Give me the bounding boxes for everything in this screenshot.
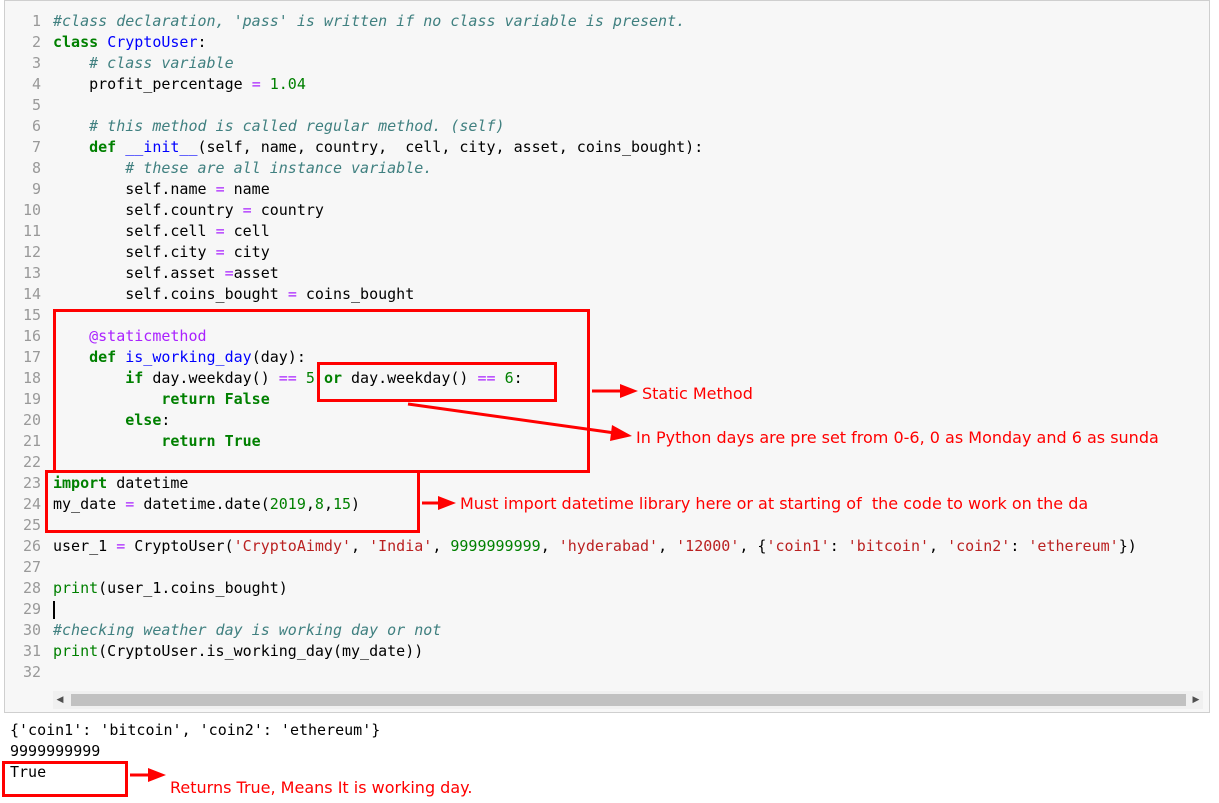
annotation-static-method: Static Method [642, 384, 753, 403]
annotation-import: Must import datetime library here or at … [460, 494, 1089, 513]
arrow-days [407, 402, 616, 435]
arrow-head [610, 425, 632, 441]
annotation-arrows [130, 384, 638, 782]
arrow-head [438, 496, 456, 510]
annotation-returns: Returns True, Means It is working day. [170, 778, 473, 797]
arrow-head [148, 768, 166, 782]
annotation-days: In Python days are pre set from 0-6, 0 a… [636, 428, 1159, 447]
arrow-head [620, 384, 638, 398]
